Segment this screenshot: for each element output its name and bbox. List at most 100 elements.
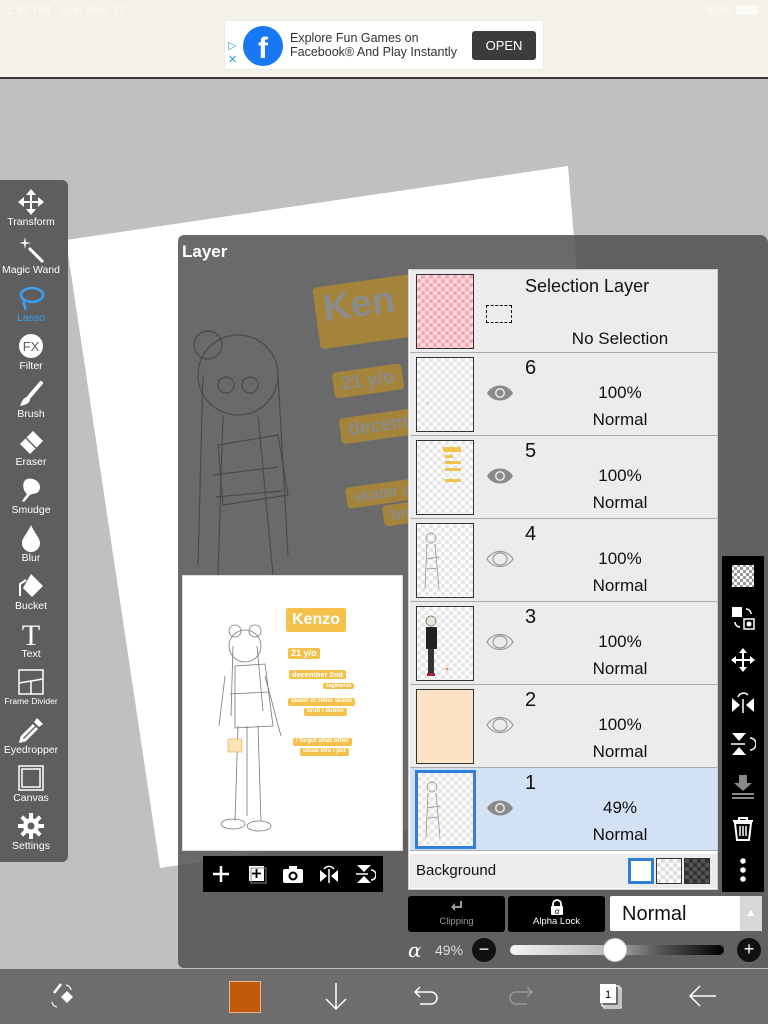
opacity-increase-button[interactable]: + [737, 938, 761, 962]
opacity-slider-thumb[interactable] [602, 938, 627, 962]
swap-layer-button[interactable] [729, 604, 757, 632]
layer-row[interactable]: 4 100% Normal [410, 519, 717, 602]
add-layer-button[interactable] [208, 861, 234, 887]
move-down-button[interactable] [319, 979, 353, 1013]
ad-line-2: Facebook® And Play Instantly [290, 45, 457, 59]
ad-choices-icon[interactable]: ▷ ✕ [228, 39, 237, 67]
tool-label: Settings [12, 840, 50, 852]
tool-canvas[interactable]: Canvas [0, 760, 62, 808]
layer-row[interactable]: 5 100% Normal [410, 436, 717, 519]
delete-layer-button[interactable] [729, 814, 757, 842]
flip-horizontal-icon [320, 865, 338, 883]
alpha-lock-button[interactable]: α Alpha Lock [508, 896, 605, 932]
flip-horizontal-icon [732, 692, 754, 713]
flip-vertical-layer-button[interactable] [729, 730, 757, 758]
pages-icon: 1 [600, 984, 622, 1009]
ad-open-button[interactable]: OPEN [472, 31, 536, 60]
layer-thumbnail [416, 523, 474, 598]
tool-bucket[interactable]: Bucket [0, 568, 62, 616]
tool-frame-divider[interactable]: Frame Divider [0, 664, 62, 712]
tool-settings[interactable]: Settings [0, 808, 62, 856]
brush-eraser-toggle-button[interactable] [45, 979, 79, 1013]
eye-icon[interactable] [486, 383, 514, 403]
gear-icon [0, 812, 62, 842]
undo-button[interactable] [410, 979, 444, 1013]
more-options-button[interactable] [729, 856, 757, 884]
import-photo-button[interactable] [280, 861, 306, 887]
flip-vertical-button[interactable] [352, 861, 378, 887]
add-copy-icon [249, 866, 267, 884]
opacity-slider[interactable] [510, 938, 724, 962]
back-button[interactable] [686, 979, 720, 1013]
ad-line-1: Explore Fun Games on [290, 31, 419, 45]
layer-row[interactable]: 3 100% Normal [410, 602, 717, 685]
ad-banner[interactable]: ▷ ✕ f Explore Fun Games on Facebook® And … [224, 20, 544, 70]
preview-tag-note-1: i forgot what other [293, 738, 352, 746]
eye-outline-icon[interactable] [486, 715, 514, 735]
layer-thumbnail [416, 357, 474, 432]
background-row: Background [410, 854, 717, 888]
background-dark-checker-option[interactable] [684, 858, 710, 884]
bg-tag-hobby-2: bru [381, 500, 408, 527]
tool-eraser[interactable]: Eraser [0, 424, 62, 472]
merge-down-button[interactable] [729, 772, 757, 800]
pages-button[interactable]: 1 [595, 979, 629, 1013]
layer-name: 5 [525, 440, 537, 462]
tool-label: Bucket [14, 600, 48, 612]
current-color-swatch[interactable] [229, 981, 261, 1013]
plus-icon [213, 866, 229, 882]
alpha-symbol: α [408, 938, 422, 962]
redo-button[interactable] [503, 979, 537, 1013]
layer-row[interactable]: 2 100% Normal [410, 685, 717, 768]
brush-eraser-swap-icon [51, 983, 73, 1008]
tool-brush[interactable]: Brush [0, 376, 62, 424]
transparency-button[interactable] [729, 562, 757, 590]
layer-row[interactable]: 1 49% Normal [410, 768, 717, 851]
layer-thumbnail [415, 770, 476, 849]
tool-transform[interactable]: Transform [0, 184, 62, 232]
status-time-text: 1:49 PM [6, 3, 51, 17]
flip-horizontal-button[interactable] [316, 861, 342, 887]
eye-outline-icon[interactable] [486, 549, 514, 569]
duplicate-layer-button[interactable] [244, 861, 270, 887]
layer-thumbnail [416, 689, 474, 764]
svg-text:T: T [22, 620, 40, 648]
eye-outline-icon[interactable] [486, 632, 514, 652]
tool-lasso[interactable]: Lasso [0, 280, 62, 328]
background-white-option[interactable] [628, 858, 654, 884]
tool-magic-wand[interactable]: Magic Wand [0, 232, 62, 280]
layer-blend-mode: Normal [592, 410, 648, 429]
selection-status: No Selection [571, 329, 669, 348]
tool-blur[interactable]: Blur [0, 520, 62, 568]
layer-name: 6 [525, 357, 537, 379]
tool-eyedropper[interactable]: Eyedropper [0, 712, 62, 760]
smudge-icon [0, 476, 62, 506]
tool-smudge[interactable]: Smudge [0, 472, 62, 520]
eye-icon[interactable] [486, 466, 514, 486]
tool-text[interactable]: T Text [0, 616, 62, 664]
opacity-decrease-button[interactable]: − [472, 938, 496, 962]
layer-row[interactable]: 6 100% Normal [410, 353, 717, 436]
background-transparent-option[interactable] [656, 858, 682, 884]
selection-layer-row[interactable]: Selection Layer No Selection [410, 270, 717, 353]
eye-icon[interactable] [486, 798, 514, 818]
tool-label: Lasso [16, 312, 46, 324]
layer-tools-bar [722, 556, 764, 892]
preview-tag-sign: sagittarius [323, 683, 355, 690]
svg-text:FX: FX [23, 339, 40, 354]
merge-down-icon [732, 775, 754, 799]
alpha-lock-icon: α [508, 896, 605, 916]
blend-mode-select[interactable]: Normal ▲ [610, 896, 762, 931]
layer-blend-mode: Normal [592, 825, 648, 844]
canvas-preview[interactable]: Kenzo 21 y/o december 2nd sagittarius sk… [182, 575, 403, 851]
clipping-button[interactable]: Clipping [408, 896, 505, 932]
flip-horizontal-layer-button[interactable] [729, 688, 757, 716]
layer-dialog-title: Layer [182, 242, 228, 261]
status-indicators: ◠ 65% [689, 3, 758, 17]
layer-name: 4 [525, 523, 537, 545]
tool-filter[interactable]: FX Filter [0, 328, 62, 376]
preview-tag-hobby-1: skater or roller skater [288, 698, 356, 706]
tool-label: Filter [19, 360, 43, 372]
move-layer-button[interactable] [729, 646, 757, 674]
trash-icon [733, 817, 753, 841]
